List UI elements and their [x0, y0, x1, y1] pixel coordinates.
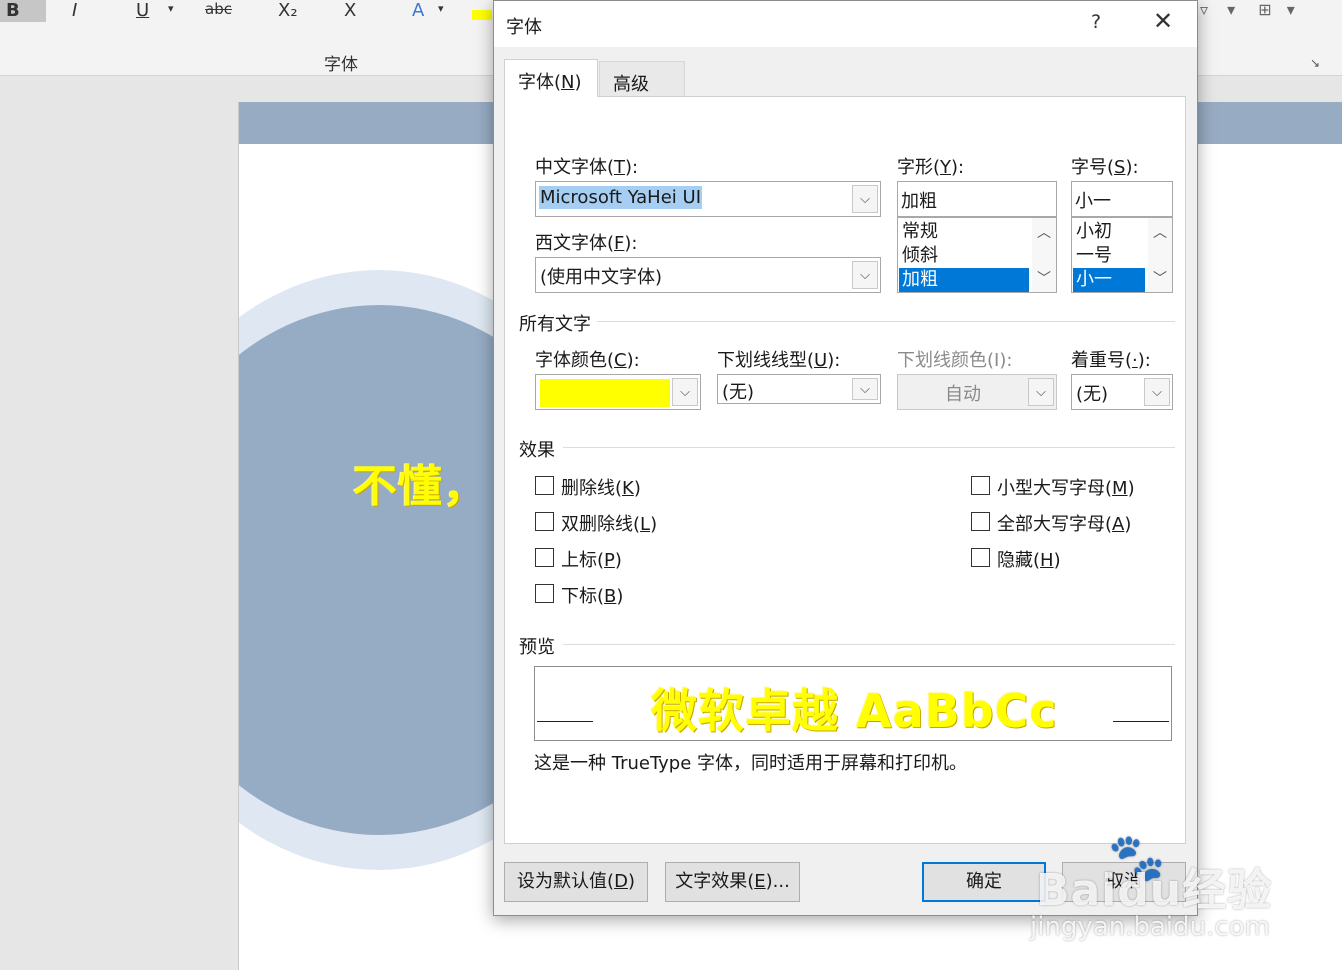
chinese-font-value: Microsoft YaHei UI	[539, 186, 702, 209]
font-size-input[interactable]: 小一	[1071, 181, 1173, 217]
western-font-label: 西文字体(F):	[535, 233, 638, 254]
preview-baseline-left	[537, 721, 593, 722]
preview-box: 微软卓越 AaBbCc	[534, 666, 1172, 741]
divider	[563, 447, 1175, 448]
preview-baseline-right	[1113, 721, 1169, 722]
divider	[563, 644, 1175, 645]
section-preview: 预览	[519, 637, 555, 658]
chevron-down-icon[interactable]: ﹀	[1148, 268, 1172, 288]
font-size-list[interactable]: 小初 一号 小一 ︿ ﹀	[1071, 217, 1173, 293]
watermark-url: jingyan.baidu.com	[1030, 912, 1270, 942]
chevron-down-icon[interactable]: ⌵	[672, 378, 698, 406]
dialog-launcher-icon[interactable]: ↘	[1310, 56, 1320, 70]
chevron-up-icon[interactable]: ︿	[1148, 222, 1172, 242]
list-item-selected[interactable]: 加粗	[899, 268, 1029, 292]
text-effects-button[interactable]: A	[412, 0, 424, 22]
underline-color-label: 下划线颜色(I):	[897, 350, 1013, 371]
dropdown-icon[interactable]: ▾	[1227, 0, 1235, 19]
underline-dropdown-icon[interactable]: ▾	[168, 2, 174, 24]
emphasis-mark-label: 着重号(·):	[1071, 350, 1151, 371]
superscript-button[interactable]: X	[344, 0, 356, 22]
chevron-down-icon[interactable]: ⌵	[852, 378, 878, 400]
underline-color-combo: 自动 ⌵	[897, 374, 1057, 410]
underline-style-combo[interactable]: (无) ⌵	[717, 374, 881, 404]
preview-sample-text: 微软卓越 AaBbCc	[651, 684, 1058, 738]
text-effects-button[interactable]: 文字效果(E)...	[665, 862, 800, 902]
divider	[597, 321, 1175, 322]
baidu-watermark: 🐾 Baidu经验 jingyan.baidu.com	[1030, 830, 1290, 960]
chinese-font-combo[interactable]: Microsoft YaHei UI ⌵	[535, 181, 881, 217]
scrollbar[interactable]: ︿ ﹀	[1032, 218, 1056, 292]
list-item-selected[interactable]: 小一	[1073, 268, 1145, 292]
ok-button[interactable]: 确定	[922, 862, 1046, 902]
tab-font[interactable]: 字体(N)	[504, 59, 598, 97]
chevron-down-icon[interactable]: ﹀	[1032, 268, 1056, 288]
list-item[interactable]: 小初	[1073, 220, 1145, 244]
paragraph-tools-icons[interactable]: ▿ ▾ ⊞ ▾	[1200, 0, 1295, 19]
table-border-icon[interactable]: ⊞	[1258, 0, 1271, 19]
dialog-titlebar[interactable]: 字体 ? ✕	[494, 1, 1197, 47]
font-style-label: 字形(Y):	[897, 157, 965, 178]
watermark-brand: Baidu经验	[1036, 865, 1273, 916]
color-swatch	[540, 379, 670, 407]
emphasis-mark-combo[interactable]: (无) ⌵	[1071, 374, 1173, 410]
bold-button[interactable]: B	[0, 0, 46, 22]
list-item[interactable]: 一号	[1073, 244, 1145, 268]
dropdown-icon[interactable]: ▾	[1287, 0, 1295, 19]
underline-button[interactable]: U	[136, 0, 149, 22]
section-all-text: 所有文字	[519, 314, 591, 335]
font-group-label: 字体	[324, 55, 358, 75]
font-color-picker[interactable]: ⌵	[535, 374, 701, 410]
chinese-font-label: 中文字体(T):	[535, 157, 639, 178]
help-button[interactable]: ?	[1086, 11, 1106, 33]
section-effects: 效果	[519, 440, 555, 461]
font-style-list[interactable]: 常规 倾斜 加粗 ︿ ﹀	[897, 217, 1057, 293]
scrollbar[interactable]: ︿ ﹀	[1148, 218, 1172, 292]
font-dialog: 字体 ? ✕ 字体(N) 高级(V) 中文字体(T): Microsoft Ya…	[493, 0, 1198, 916]
chevron-down-icon[interactable]: ⌵	[852, 261, 878, 289]
font-style-input[interactable]: 加粗	[897, 181, 1057, 217]
border-icon[interactable]: ▿	[1200, 0, 1208, 19]
font-size-label: 字号(S):	[1071, 157, 1139, 178]
list-item[interactable]: 倾斜	[899, 244, 1029, 268]
strikethrough-button[interactable]: abc	[205, 0, 232, 22]
list-item[interactable]: 常规	[899, 220, 1029, 244]
underline-style-label: 下划线线型(U):	[717, 350, 841, 371]
set-default-button[interactable]: 设为默认值(D)	[504, 862, 648, 902]
dialog-title: 字体	[506, 17, 542, 38]
western-font-value: (使用中文字体)	[540, 267, 663, 288]
chevron-down-icon[interactable]: ⌵	[852, 185, 878, 213]
chevron-down-icon: ⌵	[1028, 378, 1054, 406]
subscript-button[interactable]: X₂	[278, 0, 298, 22]
font-type-note: 这是一种 TrueType 字体，同时适用于屏幕和打印机。	[534, 753, 968, 774]
text-effects-dropdown-icon[interactable]: ▾	[438, 2, 444, 24]
document-text[interactable]: 不懂，	[353, 450, 488, 514]
chevron-down-icon[interactable]: ⌵	[1144, 378, 1170, 406]
close-button[interactable]: ✕	[1148, 7, 1178, 35]
font-color-label: 字体颜色(C):	[535, 350, 640, 371]
highlight-color-icon[interactable]	[472, 10, 492, 20]
western-font-combo[interactable]: (使用中文字体) ⌵	[535, 257, 881, 293]
chevron-up-icon[interactable]: ︿	[1032, 222, 1056, 242]
italic-button[interactable]: I	[72, 0, 77, 22]
tab-advanced[interactable]: 高级(V)	[599, 61, 685, 117]
